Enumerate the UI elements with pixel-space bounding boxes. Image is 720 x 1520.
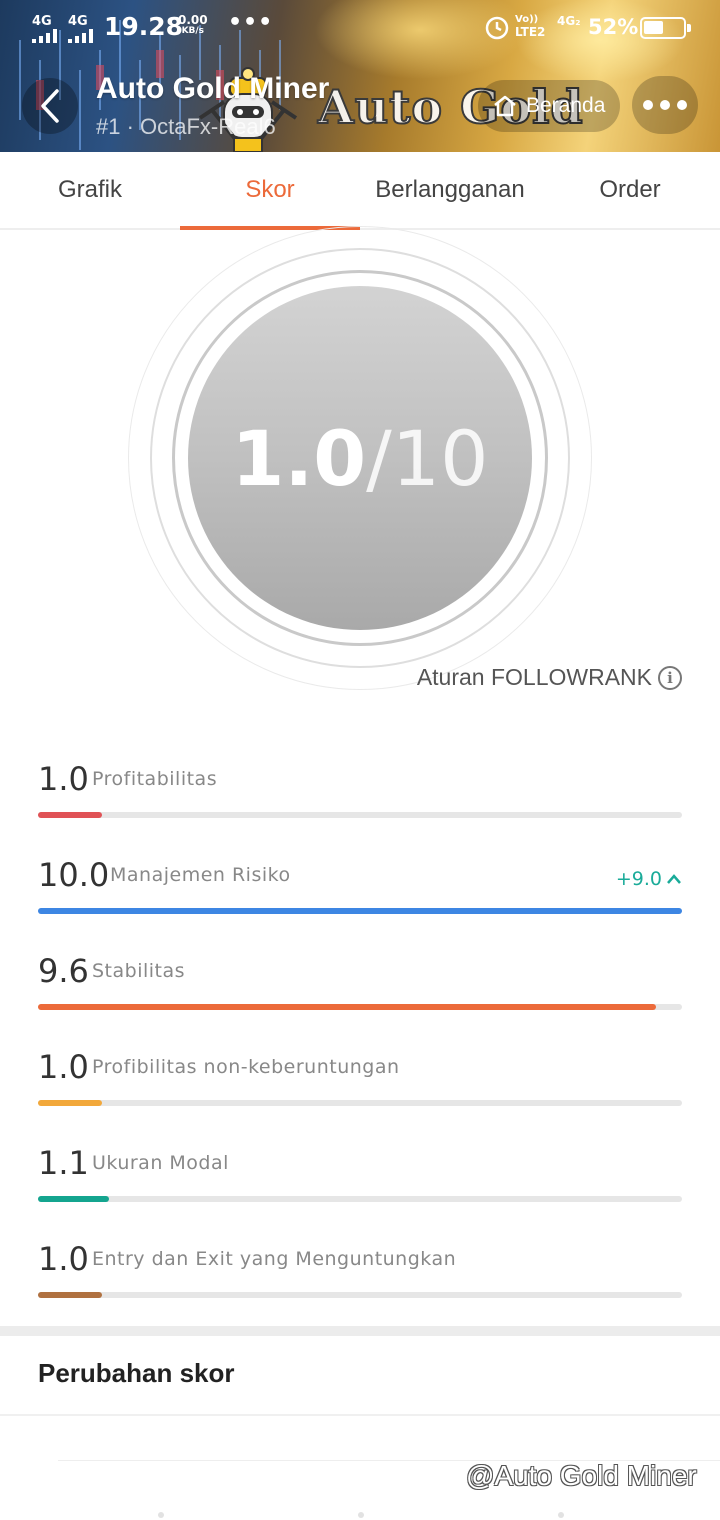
home-button-label: Beranda xyxy=(526,94,606,117)
metric-fill xyxy=(38,812,103,818)
metric-label: Ukuran Modal xyxy=(92,1152,229,1174)
metric-track xyxy=(38,812,682,818)
metric-label: Entry dan Exit yang Menguntungkan xyxy=(92,1248,457,1270)
metric-profibilitas-non-keberuntungan: 1.0 Profibilitas non-keberuntungan xyxy=(38,1048,682,1128)
section-divider xyxy=(0,1326,720,1336)
metric-value: 1.0 xyxy=(38,1048,89,1086)
metric-value: 1.0 xyxy=(38,1240,89,1278)
metric-label: Manajemen Risiko xyxy=(110,864,291,886)
tab-order[interactable]: Order xyxy=(540,152,720,228)
chevron-up-icon xyxy=(667,874,681,884)
clock: 19.28 xyxy=(104,12,184,41)
metric-manajemen-risiko: 10.0 Manajemen Risiko +9.0 xyxy=(38,856,682,936)
metric-track xyxy=(38,1292,682,1298)
profile-header: 4G 4G 19.28 0.00 KB/s ••• Vo)) LTE2 4G₂ … xyxy=(0,0,720,152)
score-chart-dot xyxy=(158,1512,164,1518)
metric-track xyxy=(38,1004,682,1010)
metric-ukuran-modal: 1.1 Ukuran Modal xyxy=(38,1144,682,1224)
back-button[interactable] xyxy=(22,78,78,134)
network-indicator-3: 4G₂ xyxy=(557,14,581,28)
metric-track xyxy=(38,1196,682,1202)
section-underline xyxy=(0,1414,720,1416)
score-history-title: Perubahan skor xyxy=(38,1358,235,1388)
metric-fill xyxy=(38,908,682,914)
more-dot-icon xyxy=(677,100,687,110)
notification-dots: ••• xyxy=(228,10,274,35)
metric-label: Profibilitas non-keberuntungan xyxy=(92,1056,400,1078)
score-chart-dot xyxy=(358,1512,364,1518)
metric-change-value: +9.0 xyxy=(615,868,662,890)
metric-value: 1.1 xyxy=(38,1144,89,1182)
followrank-rules-link[interactable]: Aturan FOLLOWRANK i xyxy=(417,664,682,691)
metric-stabilitas: 9.6 Stabilitas xyxy=(38,952,682,1032)
home-icon xyxy=(494,95,516,117)
network-speed: 0.00 KB/s xyxy=(178,13,208,36)
trader-name: Auto Gold Miner xyxy=(96,72,330,105)
metric-label: Stabilitas xyxy=(92,960,186,982)
metric-value: 10.0 xyxy=(38,856,110,894)
info-icon: i xyxy=(658,665,682,690)
tab-bar: Grafik Skor Berlangganan Order xyxy=(0,152,720,230)
more-options-button[interactable] xyxy=(632,76,698,134)
battery-icon xyxy=(640,17,691,39)
alarm-icon xyxy=(485,16,509,40)
score-max: /10 xyxy=(366,413,489,503)
battery-percentage: 52% xyxy=(588,15,639,39)
network-indicator-2: 4G xyxy=(68,14,96,43)
chevron-left-icon xyxy=(41,89,59,123)
volte-indicator: Vo)) LTE2 xyxy=(515,14,546,39)
metric-label: Profitabilitas xyxy=(92,768,218,790)
battery-level xyxy=(644,21,663,34)
score-badge: 1.0/10 xyxy=(188,286,532,630)
score-display: 1.0/10 xyxy=(232,414,489,503)
metric-fill xyxy=(38,1292,103,1298)
score-value: 1.0 xyxy=(231,413,367,503)
status-bar: 4G 4G 19.28 0.00 KB/s ••• Vo)) LTE2 4G₂ … xyxy=(0,0,720,56)
metric-value: 9.6 xyxy=(38,952,89,990)
metric-fill xyxy=(38,1100,103,1106)
tab-berlangganan[interactable]: Berlangganan xyxy=(360,152,540,228)
tab-grafik[interactable]: Grafik xyxy=(0,152,180,228)
metric-track xyxy=(38,908,682,914)
metric-change: +9.0 xyxy=(616,868,682,890)
metric-profitabilitas: 1.0 Profitabilitas xyxy=(38,760,682,840)
metric-value: 1.0 xyxy=(38,760,89,798)
tab-skor[interactable]: Skor xyxy=(180,152,360,230)
more-dot-icon xyxy=(660,100,670,110)
metric-entry-exit: 1.0 Entry dan Exit yang Menguntungkan xyxy=(38,1240,682,1320)
trader-account: #1 · OctaFx-Real6 xyxy=(96,114,276,139)
network-indicator-1: 4G xyxy=(32,14,60,43)
followrank-rules-label: Aturan FOLLOWRANK xyxy=(416,664,652,690)
score-chart-dot xyxy=(558,1512,564,1518)
metric-fill xyxy=(38,1196,109,1202)
more-dot-icon xyxy=(643,100,653,110)
metric-fill xyxy=(38,1004,657,1010)
source-watermark: @Auto Gold Miner xyxy=(466,1460,697,1491)
home-button[interactable]: Beranda xyxy=(478,80,620,132)
metric-track xyxy=(38,1100,682,1106)
